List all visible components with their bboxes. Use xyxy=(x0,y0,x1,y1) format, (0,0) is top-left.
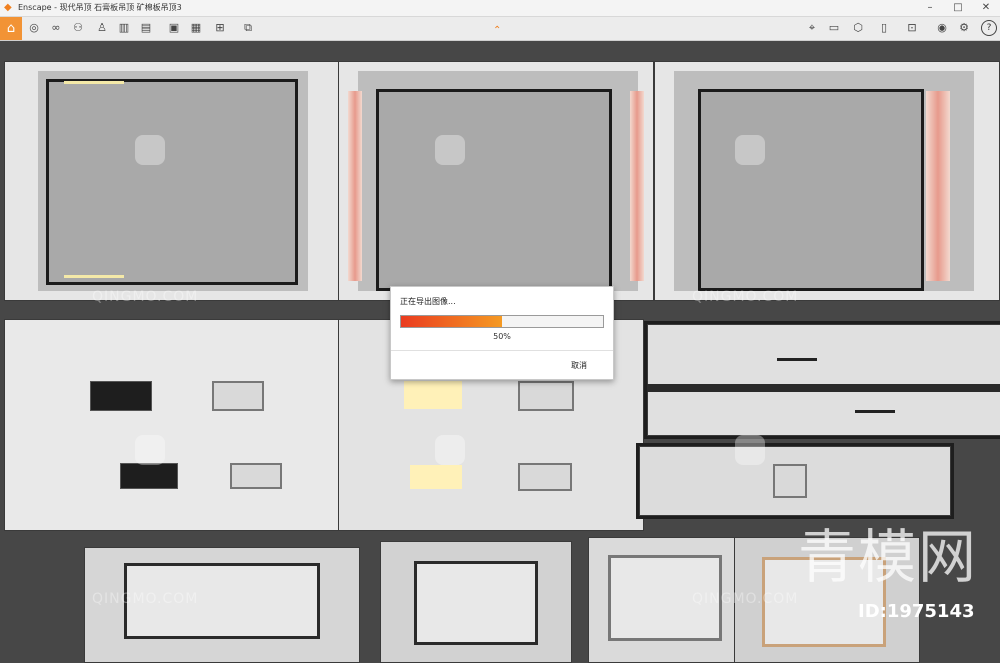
cancel-button[interactable]: 取消 xyxy=(571,360,587,371)
ceiling-model xyxy=(338,61,654,301)
export-video-icon[interactable]: ⧉ xyxy=(240,20,256,36)
clapper-icon[interactable]: ▤ xyxy=(138,20,154,36)
close-button[interactable]: ✕ xyxy=(972,0,1000,16)
book-icon[interactable]: ▯ xyxy=(876,20,892,36)
ceiling-model xyxy=(644,321,1000,439)
dialog-divider xyxy=(391,350,613,351)
watermark-text: QINGMO.COM xyxy=(692,289,799,305)
camera-icon[interactable]: ◎ xyxy=(26,20,42,36)
asset-library-icon[interactable]: ⌖ xyxy=(804,20,820,36)
ceiling-model xyxy=(4,61,342,301)
settings-icon[interactable]: ⚙ xyxy=(956,20,972,36)
collapse-caret-icon[interactable]: ⌃ xyxy=(493,25,501,36)
home-icon[interactable]: ⌂ xyxy=(0,17,22,40)
progress-bar-fill xyxy=(401,316,502,327)
watermark-icon xyxy=(735,135,765,165)
export-progress-dialog: 正在导出图像... 50% 取消 xyxy=(390,286,614,380)
export-image-icon[interactable]: ▣ xyxy=(166,20,182,36)
progress-bar xyxy=(400,315,604,328)
help-icon[interactable]: ? xyxy=(981,20,997,36)
watermark-icon xyxy=(135,435,165,465)
materials-icon[interactable]: ▭ xyxy=(826,20,842,36)
image-id: ID:1975143 xyxy=(858,601,975,622)
minimize-button[interactable]: – xyxy=(916,0,944,16)
progress-percent: 50% xyxy=(493,332,511,341)
capture-icon[interactable]: ⊡ xyxy=(904,20,920,36)
brand-watermark: 青模网 xyxy=(798,523,979,591)
ceiling-model xyxy=(654,61,1000,301)
watermark-text: QINGMO.COM xyxy=(92,289,199,305)
walk-icon[interactable]: ⚇ xyxy=(70,20,86,36)
watermark-text: QINGMO.COM xyxy=(692,591,799,607)
watermark-icon xyxy=(435,135,465,165)
batch-render-icon[interactable]: ⊞ xyxy=(212,20,228,36)
watermark-text: QINGMO.COM xyxy=(92,591,199,607)
person-icon[interactable]: ♙ xyxy=(94,20,110,36)
ceiling-model xyxy=(636,443,954,519)
building-icon[interactable]: ▥ xyxy=(116,20,132,36)
ceiling-model xyxy=(380,541,572,663)
eye-icon[interactable]: ◉ xyxy=(934,20,950,36)
ceiling-model xyxy=(4,319,340,531)
watermark-icon xyxy=(435,435,465,465)
watermark-icon xyxy=(135,135,165,165)
cube-icon[interactable]: ⬡ xyxy=(850,20,866,36)
binoculars-icon[interactable]: ∞ xyxy=(48,20,64,36)
window-title: Enscape - 现代吊顶 石膏板吊顶 矿棉板吊顶3 xyxy=(18,3,182,12)
title-bar: ◆ Enscape - 现代吊顶 石膏板吊顶 矿棉板吊顶3 – □ ✕ xyxy=(0,0,1000,17)
maximize-button[interactable]: □ xyxy=(944,0,972,16)
watermark-icon xyxy=(735,435,765,465)
export-panorama-icon[interactable]: ▦ xyxy=(188,20,204,36)
dialog-title: 正在导出图像... xyxy=(400,297,456,306)
enscape-logo-icon: ◆ xyxy=(4,2,12,13)
